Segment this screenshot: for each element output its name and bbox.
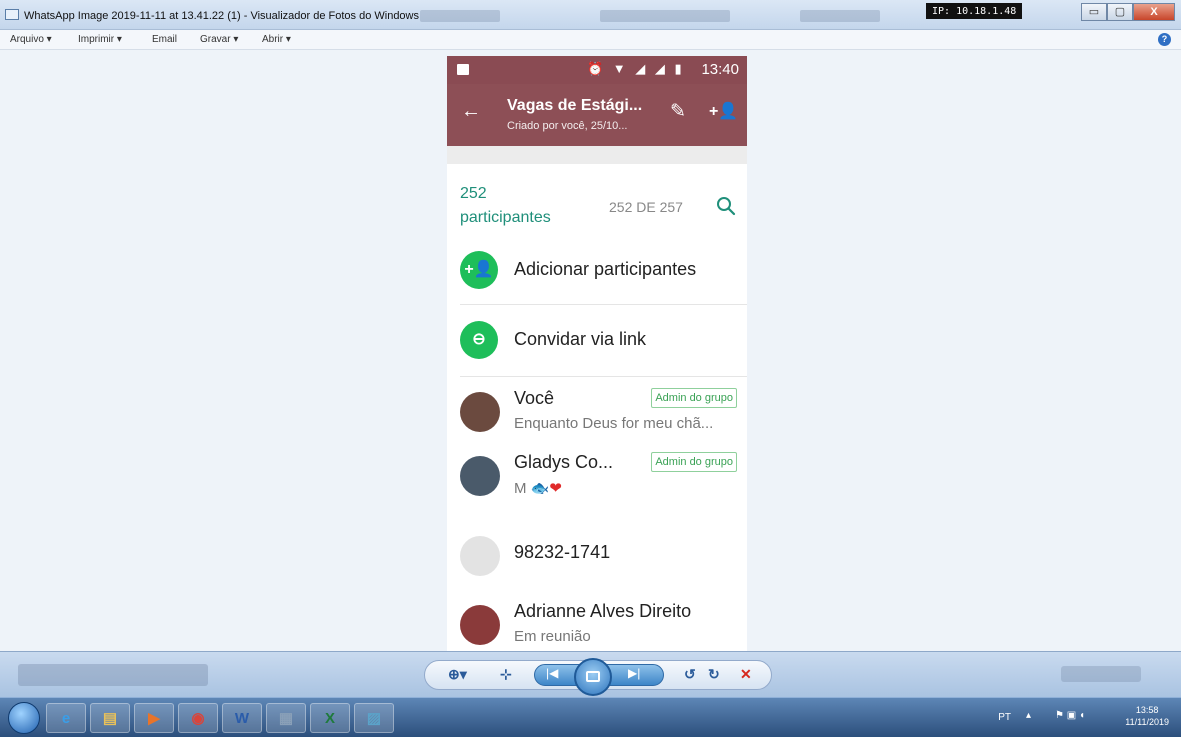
- group-header: ← Vagas de Estági... Criado por você, 25…: [447, 84, 747, 146]
- member-row[interactable]: 98232-1741: [447, 522, 747, 590]
- search-icon[interactable]: [716, 196, 736, 216]
- slideshow-icon: [586, 671, 600, 682]
- window-title: WhatsApp Image 2019-11-11 at 13.41.22 (1…: [24, 10, 419, 22]
- fit-window-button[interactable]: ⊹: [500, 666, 512, 683]
- edit-pencil-icon[interactable]: ✎: [670, 100, 686, 123]
- add-participants-row[interactable]: +👤 Adicionar participantes: [447, 235, 747, 305]
- status-time: 13:40: [701, 61, 739, 78]
- invite-link-label: Convidar via link: [514, 329, 647, 349]
- avatar: [460, 392, 500, 432]
- background-tab: [420, 10, 500, 22]
- member-status: Enquanto Deus for meu chã...: [514, 415, 714, 432]
- menu-bar: Arquivo ▾ Imprimir ▾ Email Gravar ▾ Abri…: [0, 30, 1181, 50]
- window-title-bar: WhatsApp Image 2019-11-11 at 13.41.22 (1…: [0, 0, 1181, 30]
- rotate-ccw-button[interactable]: ↺: [684, 666, 696, 683]
- minimize-button[interactable]: ▭: [1081, 3, 1107, 21]
- back-arrow-icon[interactable]: ←: [461, 100, 481, 123]
- ie-icon[interactable]: e: [46, 703, 86, 733]
- participants-word: participantes: [460, 209, 551, 226]
- status-icons: ⏰ ▼ ◢ ◢ ▮: [587, 61, 685, 76]
- group-subtitle: Criado por você, 25/10...: [507, 120, 628, 132]
- excel-icon[interactable]: X: [310, 703, 350, 733]
- participants-count: 252: [460, 185, 487, 202]
- show-hidden-icons-icon[interactable]: ▴: [1026, 710, 1031, 721]
- windows-taskbar: e ▤ ▶ ◉ W ▦ X ▨ PT ▴ ⚑ ▣ ◖ 13:58 11/11/2…: [0, 697, 1181, 737]
- section-divider: [447, 146, 747, 164]
- phone-screenshot: ⏰ ▼ ◢ ◢ ▮ 13:40 ← Vagas de Estági... Cri…: [447, 56, 747, 651]
- background-tab: [800, 10, 880, 22]
- explorer-icon[interactable]: ▤: [90, 703, 130, 733]
- rotate-cw-button[interactable]: ↻: [708, 666, 720, 683]
- menu-email[interactable]: Email: [152, 34, 177, 45]
- link-icon: ⊖: [460, 321, 498, 359]
- next-button[interactable]: ▶|: [628, 666, 640, 680]
- tray-icons[interactable]: ⚑ ▣ ◖: [1055, 710, 1085, 721]
- viewer-toolbar: ⊕▾ ⊹ |◀ ▶| ↺ ↻ ✕: [0, 651, 1181, 697]
- avatar: [460, 605, 500, 645]
- slideshow-button[interactable]: [574, 658, 612, 696]
- maximize-button[interactable]: ▢: [1107, 3, 1133, 21]
- add-person-icon: +👤: [460, 251, 498, 289]
- member-row[interactable]: Gladys Co... Admin do grupo M 🐟❤: [447, 442, 747, 510]
- close-button[interactable]: X: [1133, 3, 1175, 21]
- word-icon[interactable]: W: [222, 703, 262, 733]
- background-window-ghost: [1061, 666, 1141, 682]
- add-person-icon[interactable]: +👤: [709, 101, 738, 121]
- add-participants-label: Adicionar participantes: [514, 259, 697, 279]
- member-status: Em reunião: [514, 628, 591, 645]
- photo-viewer-icon: [5, 9, 19, 20]
- avatar: [460, 456, 500, 496]
- language-indicator[interactable]: PT: [998, 712, 1011, 723]
- calculator-icon[interactable]: ▦: [266, 703, 306, 733]
- member-name: Gladys Co...: [514, 452, 614, 472]
- member-name: Adrianne Alves Direito: [514, 601, 692, 621]
- member-status: M 🐟❤: [514, 480, 562, 497]
- phone-status-bar: ⏰ ▼ ◢ ◢ ▮ 13:40: [447, 56, 747, 84]
- background-window-ghost: [18, 664, 208, 686]
- clock[interactable]: 13:58 11/11/2019: [1125, 704, 1169, 728]
- default-avatar-icon: [460, 536, 500, 576]
- previous-button[interactable]: |◀: [546, 666, 558, 680]
- menu-arquivo[interactable]: Arquivo ▾: [10, 34, 52, 45]
- gallery-icon: [457, 64, 469, 75]
- admin-badge: Admin do grupo: [651, 388, 737, 408]
- help-icon[interactable]: ?: [1158, 33, 1171, 46]
- participants-count-label: 252 DE 257: [609, 199, 683, 215]
- delete-button[interactable]: ✕: [740, 666, 752, 683]
- clock-time: 13:58: [1135, 705, 1159, 715]
- member-row[interactable]: Adrianne Alves Direito Em reunião: [447, 591, 747, 651]
- heart-icon: ❤: [549, 480, 562, 497]
- media-player-icon[interactable]: ▶: [134, 703, 174, 733]
- member-row[interactable]: Você Admin do grupo Enquanto Deus for me…: [447, 378, 747, 446]
- row-divider: [460, 376, 747, 377]
- ip-address-badge: IP: 10.18.1.48: [926, 3, 1023, 19]
- participants-heading: 252 participantes: [460, 182, 551, 230]
- clock-date: 11/11/2019: [1125, 717, 1169, 727]
- admin-badge: Admin do grupo: [651, 452, 737, 472]
- menu-imprimir[interactable]: Imprimir ▾: [78, 34, 122, 45]
- menu-abrir[interactable]: Abrir ▾: [262, 34, 291, 45]
- menu-gravar[interactable]: Gravar ▾: [200, 34, 238, 45]
- invite-link-row[interactable]: ⊖ Convidar via link: [447, 305, 747, 375]
- window-controls: ▭ ▢ X: [1081, 3, 1175, 21]
- chrome-icon[interactable]: ◉: [178, 703, 218, 733]
- start-button[interactable]: [8, 702, 40, 734]
- background-tab: [600, 10, 730, 22]
- group-name: Vagas de Estági...: [507, 97, 643, 114]
- photo-viewer-icon[interactable]: ▨: [354, 703, 394, 733]
- member-name: 98232-1741: [514, 542, 611, 562]
- member-name: Você: [514, 388, 555, 408]
- zoom-button[interactable]: ⊕▾: [448, 666, 467, 683]
